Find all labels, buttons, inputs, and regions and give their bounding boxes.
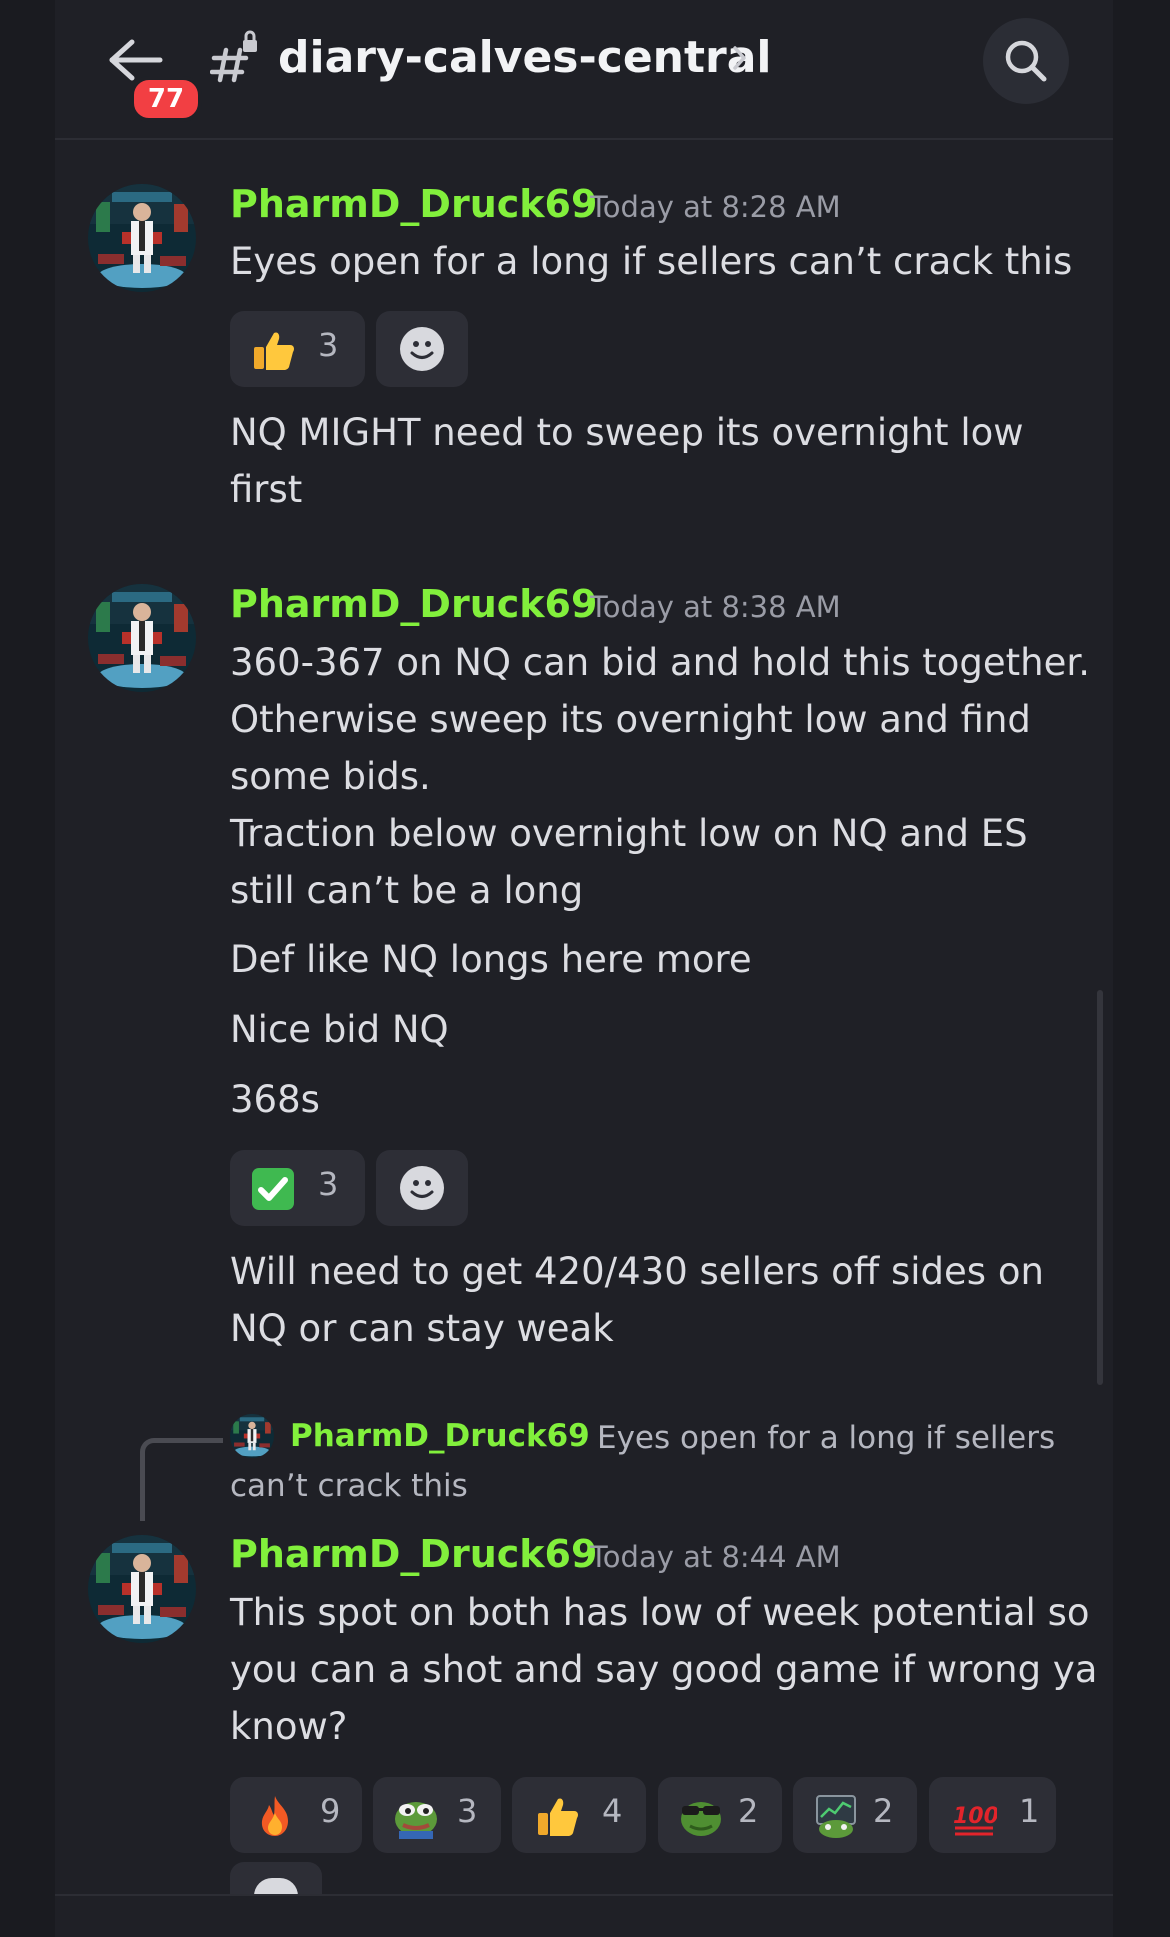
- reaction-frog-screen[interactable]: 2: [793, 1777, 917, 1853]
- reply-connector: [140, 1438, 223, 1521]
- reply-preview[interactable]: Eyes open for a long if sellers: [597, 1420, 1055, 1456]
- reaction-frog-sunglasses[interactable]: 2: [658, 1777, 782, 1853]
- smiley-icon: [400, 1166, 444, 1210]
- message-text: first: [230, 468, 303, 511]
- reaction-pepe-frog[interactable]: 3: [373, 1777, 501, 1853]
- hundred-points-icon: 100: [953, 1804, 997, 1836]
- timestamp: Today at 8:44 AM: [590, 1540, 841, 1574]
- fire-icon: [261, 1796, 288, 1836]
- message-text: 368s: [230, 1078, 320, 1121]
- svg-text:100: 100: [953, 1804, 997, 1829]
- message-text: Nice bid NQ: [230, 1008, 449, 1051]
- message-text: some bids.: [230, 755, 431, 798]
- composer-bar: [55, 1894, 1113, 1937]
- smiley-icon: [400, 327, 444, 371]
- avatar[interactable]: [88, 1535, 196, 1643]
- message-text: Traction below overnight low on NQ and E…: [230, 812, 1028, 855]
- avatar[interactable]: [88, 184, 196, 292]
- scrollbar[interactable]: [1097, 990, 1103, 1385]
- frog-sunglasses-icon: [681, 1802, 721, 1836]
- message-text: know?: [230, 1705, 348, 1748]
- add-reaction-button[interactable]: [230, 1862, 322, 1896]
- locked-hash-icon: [209, 30, 260, 84]
- message-text: you can a shot and say good game if wron…: [230, 1648, 1098, 1691]
- thumbs-up-icon: [538, 1798, 578, 1836]
- message-text: 360-367 on NQ can bid and hold this toge…: [230, 641, 1090, 684]
- message-text: NQ or can stay weak: [230, 1307, 614, 1350]
- check-mark-icon: [252, 1168, 294, 1210]
- reaction-thumbs-up[interactable]: 3: [230, 311, 365, 387]
- message-text: Eyes open for a long if sellers can’t cr…: [230, 240, 1073, 283]
- chevron-right-icon[interactable]: [730, 40, 750, 76]
- search-button[interactable]: [983, 18, 1069, 104]
- username[interactable]: PharmD_Druck69: [230, 182, 597, 226]
- message-text: Will need to get 420/430 sellers off sid…: [230, 1250, 1044, 1293]
- pepe-frog-icon: [395, 1802, 437, 1839]
- add-reaction-button[interactable]: [376, 1150, 468, 1226]
- search-icon: [1005, 40, 1047, 82]
- message-text: Def like NQ longs here more: [230, 938, 752, 981]
- unread-badge: 77: [130, 76, 202, 122]
- message-text: still can’t be a long: [230, 869, 584, 912]
- message-text: Otherwise sweep its overnight low and fi…: [230, 698, 1031, 741]
- timestamp: Today at 8:38 AM: [590, 590, 841, 624]
- message-text: This spot on both has low of week potent…: [230, 1591, 1090, 1634]
- reaction-fire[interactable]: 9: [230, 1777, 362, 1853]
- channel-name[interactable]: diary-calves-central: [278, 32, 772, 83]
- reaction-hundred-points[interactable]: 100 1: [929, 1777, 1056, 1853]
- reaction-thumbs-up[interactable]: 4: [512, 1777, 646, 1853]
- add-reaction-button[interactable]: [376, 311, 468, 387]
- username[interactable]: PharmD_Druck69: [230, 1532, 597, 1576]
- thumbs-up-icon: [254, 332, 294, 370]
- reply-username[interactable]: PharmD_Druck69: [290, 1418, 590, 1454]
- reply-preview[interactable]: can’t crack this: [230, 1468, 468, 1504]
- frog-screen-icon: [816, 1795, 856, 1838]
- username[interactable]: PharmD_Druck69: [230, 582, 597, 626]
- avatar[interactable]: [88, 584, 196, 692]
- reply-avatar: [230, 1414, 274, 1458]
- timestamp: Today at 8:28 AM: [590, 190, 841, 224]
- message-text: NQ MIGHT need to sweep its overnight low: [230, 411, 1024, 454]
- reaction-check-mark[interactable]: 3: [230, 1150, 365, 1226]
